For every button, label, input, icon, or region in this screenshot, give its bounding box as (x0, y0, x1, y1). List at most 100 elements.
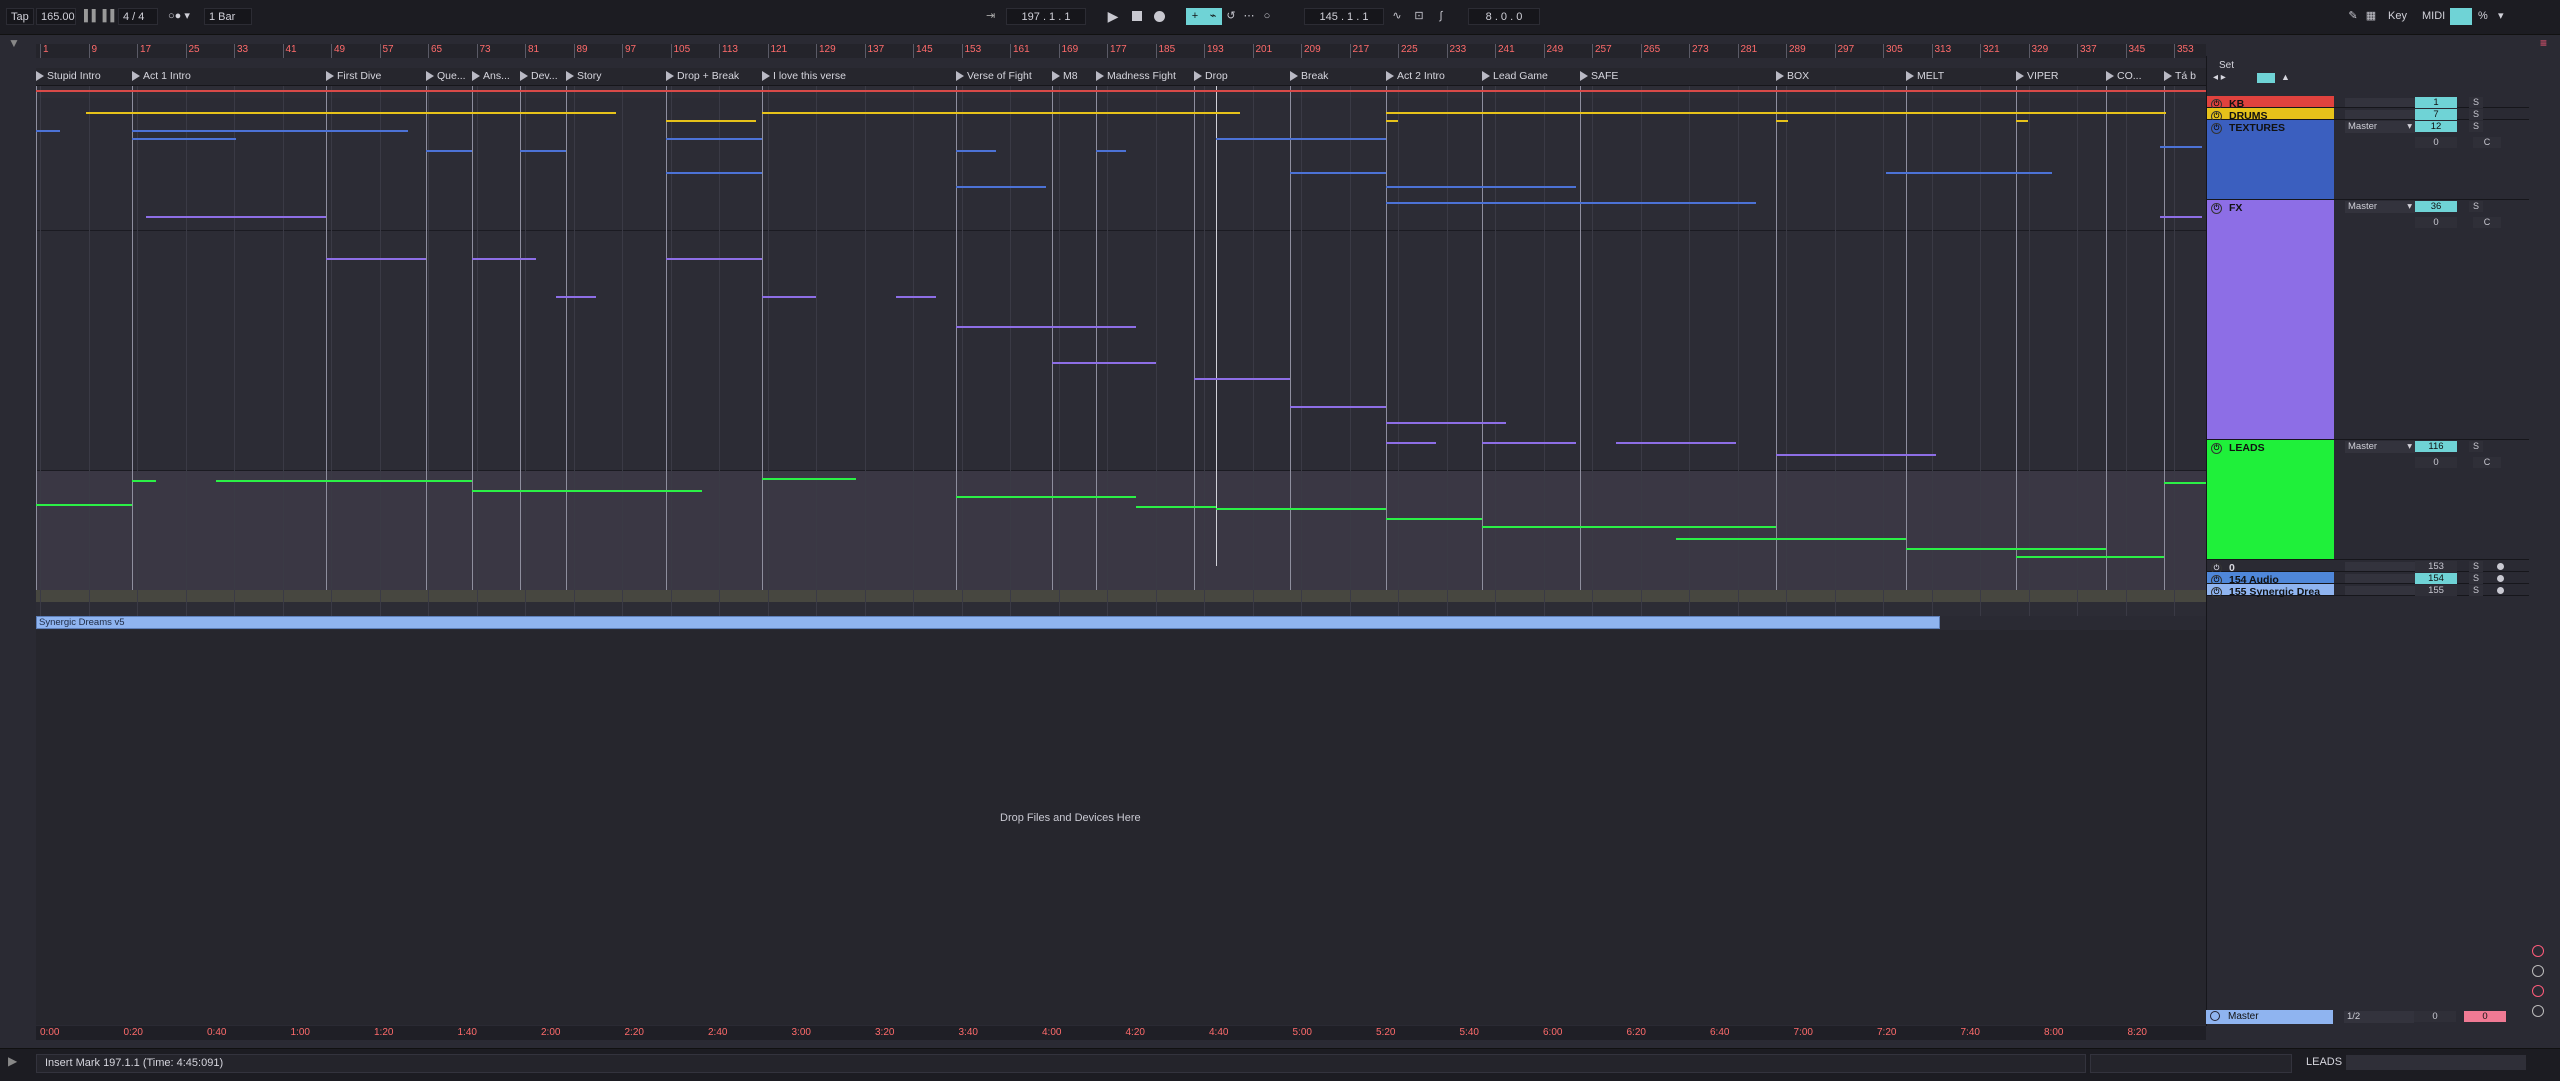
solo-button[interactable]: S (2469, 201, 2483, 212)
capture-icon[interactable]: ⋯ (1240, 8, 1258, 25)
track-route[interactable]: Master ▾ (2345, 441, 2415, 453)
locator-strip[interactable]: Stupid Intro Act 1 Intro First Dive Que... A… (36, 68, 2206, 86)
track-send[interactable]: 0 (2415, 457, 2457, 468)
track-name-cell[interactable]: ⏻ TEXTURES (2207, 120, 2334, 199)
locator[interactable]: BOX (1776, 70, 1809, 82)
track-activator-icon[interactable]: ⏻ (2211, 587, 2222, 598)
track-volume[interactable]: 154 (2415, 573, 2457, 584)
locator[interactable]: MELT (1906, 70, 1944, 82)
locator[interactable]: VIPER (2016, 70, 2059, 82)
chevron-down-icon[interactable]: ▾ (2407, 121, 2412, 133)
punch-out-icon[interactable]: ∫ (1432, 8, 1450, 25)
locator[interactable]: Tá b (2164, 70, 2196, 82)
track-row[interactable]: ⏻ KB 1 S (2207, 96, 2529, 110)
track-row[interactable]: ⏻ 154 Audio 154 S (2207, 572, 2529, 586)
overview-icon[interactable]: ≡ (2540, 36, 2547, 50)
nav-arrows-icon[interactable]: ◂ ▸ (2213, 72, 2226, 83)
mixer-icon[interactable] (2532, 1005, 2544, 1017)
master-send[interactable]: 0 (2414, 1011, 2456, 1022)
master-route[interactable]: 1/2 (2344, 1011, 2414, 1023)
locator[interactable]: M8 (1052, 70, 1078, 82)
arrangement-toggle-icon[interactable] (2257, 73, 2275, 83)
track-name-cell[interactable]: ⏻ 0 (2207, 560, 2334, 574)
track-send[interactable]: 0 (2415, 217, 2457, 228)
returns-icon[interactable] (2532, 985, 2544, 997)
overdub-icon[interactable]: + (1186, 8, 1204, 25)
track-activator-icon[interactable]: ⏻ (2211, 123, 2222, 134)
locator[interactable]: Madness Fight (1096, 70, 1176, 82)
locator[interactable]: Ans... (472, 70, 510, 82)
drop-zone[interactable] (36, 630, 2206, 1025)
locator[interactable]: Story (566, 70, 602, 82)
track-row[interactable]: ⏻ 155 Synergic Drea 155 S (2207, 584, 2529, 598)
chevron-down-icon[interactable]: ▾ (2407, 201, 2412, 213)
chevron-down-icon[interactable]: ▾ (2407, 441, 2412, 453)
locator[interactable]: Stupid Intro (36, 70, 101, 82)
play-icon[interactable]: ▶ (1104, 8, 1122, 25)
track-volume[interactable]: 1 (2415, 97, 2457, 108)
track-volume[interactable]: 12 (2415, 121, 2457, 132)
keyboard-icon[interactable]: ▦ (2362, 8, 2380, 25)
io-icon[interactable] (2532, 945, 2544, 957)
chevron-down-icon[interactable]: ▼ (8, 36, 20, 50)
track-pan[interactable]: C (2473, 457, 2501, 468)
locator[interactable]: Verse of Fight (956, 70, 1032, 82)
track-pan[interactable]: C (2473, 137, 2501, 148)
fx-lane[interactable] (36, 230, 2206, 471)
track-row[interactable]: ⏻ LEADS Master ▾ 0 C 116 S (2207, 440, 2529, 560)
locator[interactable]: Drop + Break (666, 70, 739, 82)
automation-arm-icon[interactable]: ⌁ (1204, 8, 1222, 25)
locator[interactable]: First Dive (326, 70, 381, 82)
track-row[interactable]: ⏻ DRUMS 7 S (2207, 108, 2529, 122)
kb-lane[interactable] (36, 86, 2206, 98)
pencil-icon[interactable]: ✎ (2344, 8, 2362, 25)
track-row[interactable]: ⏻ 0 153 S (2207, 560, 2529, 574)
leads-lane[interactable] (36, 470, 2206, 591)
bar-ruler[interactable]: 1 9 17 25 33 41 49 57 65 73 81 89 97 105 113 121 129 137 1… (36, 44, 2206, 58)
sends-icon[interactable] (2532, 965, 2544, 977)
record-icon[interactable] (1150, 8, 1168, 25)
follow-icon[interactable]: ⇥ (982, 8, 1004, 25)
locator[interactable]: Lead Game (1482, 70, 1548, 82)
locator[interactable]: Drop (1194, 70, 1228, 82)
track-volume[interactable]: 155 (2415, 585, 2457, 596)
key-map-button[interactable]: Key (2384, 8, 2412, 25)
master-volume[interactable]: 0 (2464, 1011, 2506, 1022)
track-name-cell[interactable]: ⏻ LEADS (2207, 440, 2334, 559)
audio-154-lane[interactable] (36, 602, 2206, 614)
locator[interactable]: Act 2 Intro (1386, 70, 1445, 82)
locator[interactable]: SAFE (1580, 70, 1618, 82)
track-volume[interactable]: 116 (2415, 441, 2457, 452)
solo-button[interactable]: S (2469, 109, 2483, 120)
tempo-field[interactable]: 165.00 (36, 8, 76, 25)
stop-icon[interactable] (1128, 8, 1146, 25)
track-name-cell[interactable]: ⏻ 155 Synergic Drea (2207, 584, 2334, 598)
session-record-icon[interactable]: ○ (1258, 8, 1276, 25)
solo-button[interactable]: S (2469, 573, 2483, 584)
track-0-lane[interactable] (36, 590, 2206, 602)
loop-icon[interactable]: ∿ (1388, 8, 1406, 25)
textures-lane[interactable] (36, 110, 2206, 230)
solo-button[interactable]: S (2469, 441, 2483, 452)
synergic-clip[interactable]: Synergic Dreams v5 (36, 616, 1940, 629)
track-volume[interactable]: 36 (2415, 201, 2457, 212)
device-view-thumbnails[interactable] (2346, 1055, 2526, 1070)
track-volume[interactable]: 153 (2415, 561, 2457, 572)
locator[interactable]: Break (1290, 70, 1328, 82)
quantize-select[interactable]: 1 Bar (204, 8, 252, 25)
punch-in-icon[interactable]: ⊡ (1410, 8, 1428, 25)
track-name-cell[interactable]: ⏻ KB (2207, 96, 2334, 110)
locator[interactable]: CO... (2106, 70, 2142, 82)
master-activator-icon[interactable] (2210, 1011, 2220, 1021)
locator[interactable]: I love this verse (762, 70, 846, 82)
loop-length-field[interactable]: 8 . 0 . 0 (1468, 8, 1540, 25)
track-row[interactable]: ⏻ TEXTURES Master ▾ 0 C 12 S (2207, 120, 2529, 200)
arm-icon[interactable] (2497, 587, 2504, 594)
solo-button[interactable]: S (2469, 561, 2483, 572)
track-name-cell[interactable]: ⏻ FX (2207, 200, 2334, 439)
track-volume[interactable]: 7 (2415, 109, 2457, 120)
reenable-automation-icon[interactable]: ↺ (1222, 8, 1240, 25)
arm-icon[interactable] (2497, 575, 2504, 582)
nudge-icon[interactable]: ▌▌ ▌▌ (80, 8, 118, 25)
chevron-down-icon[interactable]: ▾ (2494, 8, 2508, 25)
